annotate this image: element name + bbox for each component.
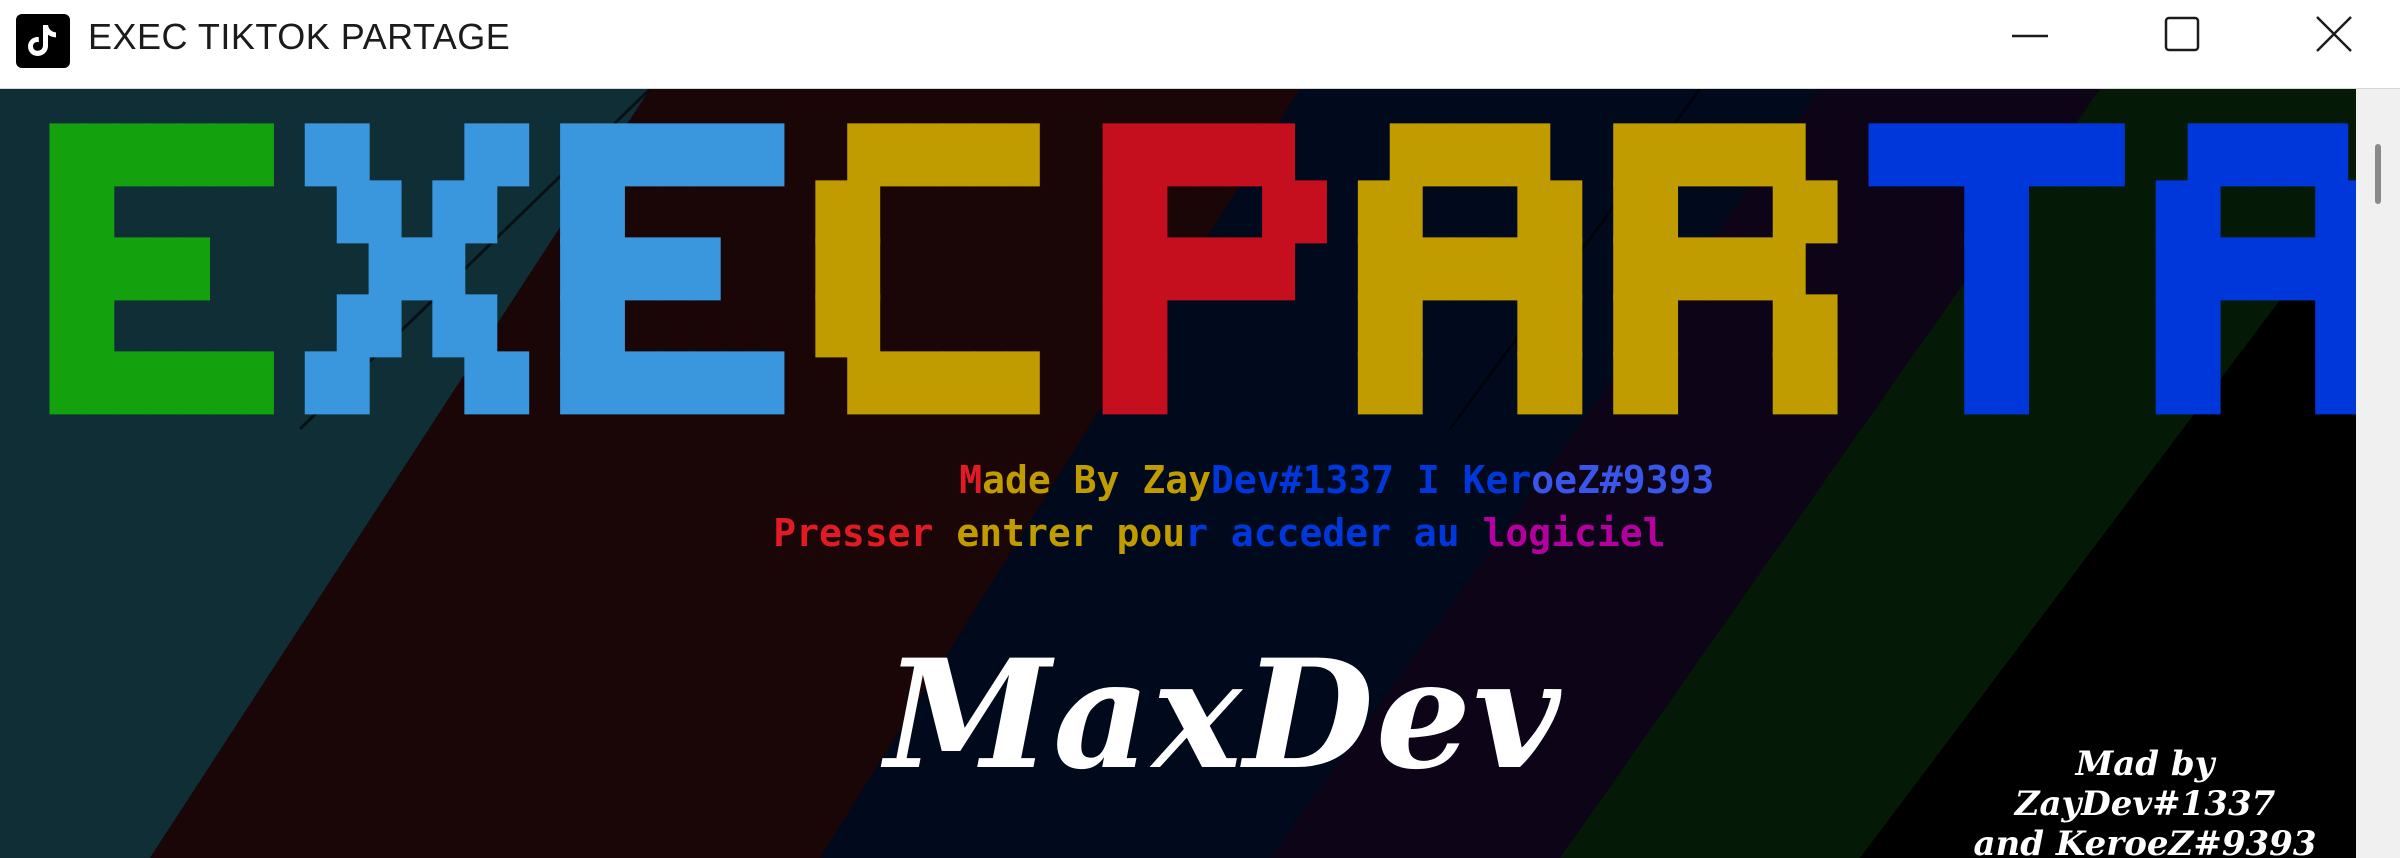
tiktok-icon bbox=[16, 14, 70, 68]
banner-row: █████ ███ █████ ██ ██████ ███████ ██████… bbox=[50, 239, 2356, 300]
title-bar[interactable]: EXEC TIKTOK PARTAGE bbox=[0, 0, 2400, 89]
maximize-icon bbox=[2164, 16, 2200, 52]
banner-row: ███████ ██ ██ ███████ ██████ ██ ██ ██ ██… bbox=[50, 353, 2356, 414]
close-button[interactable] bbox=[2264, 0, 2400, 68]
maxdev-watermark: MaxDev bbox=[885, 627, 1563, 803]
close-icon bbox=[2316, 16, 2352, 52]
ascii-banner: ███████ ██ ██ ███████ ██████ ██████ ████… bbox=[50, 127, 2356, 412]
banner-row: ██ ██ ██ ██ ██ ██ ██ ██ ██ ██ ██ ██ ██ █… bbox=[50, 182, 2356, 243]
minimize-button[interactable] bbox=[1960, 0, 2100, 68]
banner-row: ███████ ██ ██ ███████ ██████ ██████ ████… bbox=[50, 125, 2348, 186]
vertical-scrollbar[interactable] bbox=[2356, 89, 2400, 858]
banner-row: ██ ██ ██ ██ ██ ██ ██ ██ ██ ██ ██ ██ ██ █… bbox=[50, 296, 2356, 357]
press-enter-prompt: Presser entrer pour acceder au logiciel bbox=[636, 467, 1666, 599]
scroll-thumb[interactable] bbox=[2375, 144, 2381, 204]
app-window: EXEC TIKTOK PARTAGE ███████ ██ ██ ██████… bbox=[0, 0, 2400, 858]
press-enter-segment: Presser bbox=[773, 511, 957, 555]
maximize-button[interactable] bbox=[2112, 0, 2252, 68]
press-enter-segment: entrer pou bbox=[956, 511, 1186, 555]
credits-line: Mad by ZayDev#1337 bbox=[2014, 744, 2276, 824]
console-output[interactable]: ███████ ██ ██ ███████ ██████ ██████ ████… bbox=[0, 89, 2356, 858]
press-enter-segment: logiciel bbox=[1482, 511, 1666, 555]
minimize-icon bbox=[2012, 34, 2048, 38]
credits-watermark: Mad by ZayDev#1337 and KeroeZ#9393 bbox=[1960, 744, 2330, 858]
credits-line: and KeroeZ#9393 bbox=[1973, 824, 2317, 858]
press-enter-segment: r acceder au bbox=[1185, 511, 1483, 555]
window-title: EXEC TIKTOK PARTAGE bbox=[88, 16, 511, 57]
